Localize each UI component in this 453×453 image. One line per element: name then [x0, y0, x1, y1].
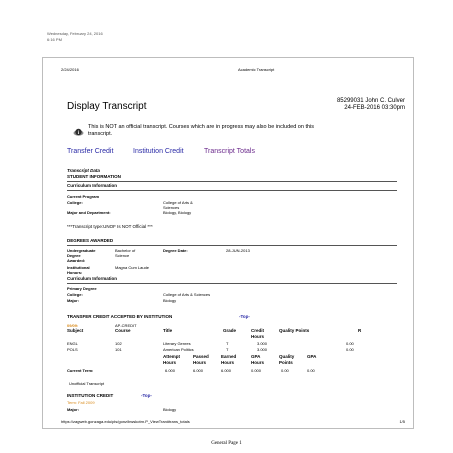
browser-title: Academic Transcript	[238, 67, 275, 72]
col-quality-points: Quality Points	[279, 328, 310, 333]
table-row-subject: ENGL	[67, 341, 78, 346]
current-term-attempt: 6.000	[165, 368, 176, 373]
table-row-course: 101	[115, 347, 122, 352]
college-label: College:	[67, 200, 83, 205]
general-page-label: General Page 1	[211, 441, 242, 446]
table-row-title: Literary Genres	[163, 341, 191, 346]
degrees-awarded-heading: DEGREES AWARDED	[67, 238, 114, 243]
transfer-credit-link[interactable]: Transfer Credit	[67, 148, 113, 155]
major-department-value: Biology, Biology	[163, 210, 192, 215]
current-term-gpa-hours: 0.000	[251, 368, 262, 373]
current-term-passed: 6.000	[193, 368, 204, 373]
footer-page-number: 1/5	[399, 419, 405, 424]
divider	[67, 181, 397, 182]
col-quality-points-total: Quality Points	[279, 354, 295, 365]
document-page: 2/24/2016 Academic Transcript 85299031 J…	[42, 57, 414, 429]
table-row-grade: T	[226, 341, 229, 346]
transfer-credit-heading: TRANSFER CREDIT ACCEPTED BY INSTITUTION	[67, 314, 173, 319]
col-gpa: GPA	[307, 354, 317, 359]
divider	[67, 245, 397, 246]
transcript-totals-link[interactable]: Transcript Totals	[204, 148, 255, 155]
col-passed-hours: Passed Hours	[193, 354, 209, 365]
divider	[67, 190, 397, 191]
degree-college-label: College:	[67, 292, 83, 297]
major-department-label: Major and Department:	[67, 210, 111, 215]
table-row-credit: 3.000	[257, 341, 268, 346]
institution-major-label: Major:	[67, 407, 79, 412]
col-earned-hours: Earned Hours	[221, 354, 237, 365]
table-row-quality: 0.00	[346, 347, 354, 352]
table-row-quality: 0.00	[346, 341, 354, 346]
transfer-top-link[interactable]: -Top-	[239, 314, 250, 320]
table-row-subject: POLS	[67, 347, 78, 352]
institution-major-value: Biology	[163, 407, 177, 412]
col-gpa-hours: GPA Hours	[251, 354, 265, 365]
undergrad-degree-value-cont: Science	[115, 253, 130, 258]
current-program-label: Current Program	[67, 194, 100, 199]
institution-credit-link[interactable]: Institution Credit	[133, 148, 184, 155]
info-icon: i	[73, 123, 84, 141]
transcript-data-heading: Transcript Data	[67, 168, 100, 173]
table-row-grade: T	[226, 347, 229, 352]
degree-major-value: Biology	[163, 298, 177, 303]
institution-top-link[interactable]: -Top-	[141, 393, 152, 399]
current-term-quality-points: 0.00	[281, 368, 289, 373]
student-datetime: 24-FEB-2016 03:30pm	[344, 105, 405, 111]
primary-degree-label: Primary Degree	[67, 286, 97, 291]
degree-date-value: 28-JUN-2013	[226, 248, 250, 253]
institutional-honors-label-cont: Honors:	[67, 270, 83, 275]
degree-college-value: College of Arts & Sciences	[163, 292, 211, 297]
degree-curriculum-heading: Curriculum Information	[67, 276, 118, 281]
col-course: Course	[115, 328, 131, 333]
curriculum-information-heading: Curriculum Information	[67, 183, 118, 188]
col-title: Title	[163, 328, 173, 333]
student-id-name: 85299031 John C. Culver	[336, 98, 405, 104]
student-information-heading: STUDENT INFORMATION	[67, 174, 121, 179]
notice-line-1: This is NOT an official transcript. Cour…	[88, 124, 315, 130]
table-row-course: 102	[115, 341, 122, 346]
print-date: Wednesday, February 24, 2016	[47, 31, 103, 36]
degree-major-label: Major:	[67, 298, 79, 303]
institution-credit-heading: INSTITUTION CREDIT	[67, 393, 114, 398]
footer-url[interactable]: https://zagweb.gonzaga.edu/pls/gonz/bwsk…	[61, 419, 190, 424]
current-term-earned: 6.000	[221, 368, 232, 373]
col-credit-hours: Credit Hours	[251, 328, 265, 339]
table-row-credit: 3.000	[257, 347, 268, 352]
institution-term: Term: Fall 2009	[67, 400, 95, 405]
col-attempt-hours: Attempt Hours	[163, 354, 180, 365]
current-term-label: Current Term:	[67, 368, 94, 373]
unofficial-transcript-label: Unofficial Transcript	[69, 381, 105, 386]
print-time: 6:16 PM	[47, 37, 62, 42]
current-term-gpa: 0.00	[307, 368, 315, 373]
notice-line-2: transcript.	[88, 131, 113, 137]
transcript-type-notice: ***Transcript type:UNOF Is NOT Official …	[67, 224, 153, 229]
divider	[67, 283, 397, 284]
table-row-title: American Politics	[163, 347, 194, 352]
page-title: Display Transcript	[67, 101, 147, 112]
col-grade: Grade	[223, 328, 237, 333]
browser-date: 2/24/2016	[61, 67, 79, 72]
col-subject: Subject	[67, 328, 84, 333]
degree-date-label: Degree Date:	[163, 248, 188, 253]
col-r: R	[358, 328, 362, 333]
institutional-honors-value: Magna Cum Laude	[115, 265, 150, 270]
undergrad-degree-label-cont: Awarded:	[67, 258, 86, 263]
